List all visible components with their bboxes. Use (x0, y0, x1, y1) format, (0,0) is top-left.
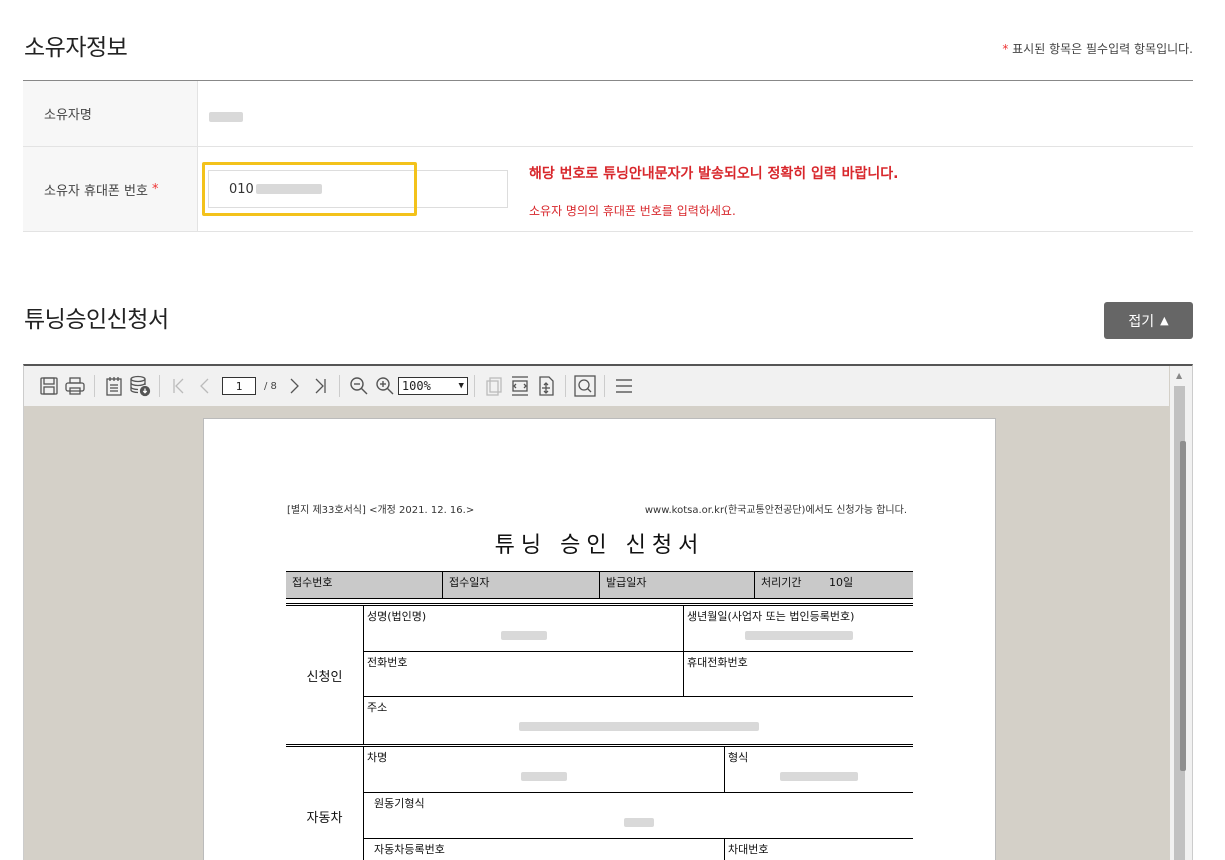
database-download-icon[interactable] (127, 373, 153, 399)
search-icon[interactable] (572, 373, 598, 399)
copy-icon[interactable] (481, 373, 507, 399)
owner-name-label: 소유자명 (23, 81, 198, 146)
pdf-toolbar: 1 / 8 100% ▼ (24, 366, 1169, 406)
annex-note: [별지 제33호서식] <개정 2021. 12. 16.> (287, 505, 475, 516)
receipt-no-cell: 접수번호 (286, 572, 443, 598)
next-page-icon[interactable] (281, 373, 307, 399)
fit-page-icon[interactable] (533, 373, 559, 399)
triangle-up-icon: ▲ (1160, 314, 1169, 327)
vin-cell: 차대번호 (728, 843, 769, 856)
owner-section-title: 소유자정보 (24, 35, 128, 61)
page-number-input[interactable]: 1 (222, 377, 256, 395)
zoom-select[interactable]: 100% ▼ (397, 377, 468, 395)
save-icon[interactable] (36, 373, 62, 399)
menu-icon[interactable] (611, 373, 637, 399)
required-note: * 표시된 항목은 필수입력 항목입니다. (1002, 40, 1193, 57)
toolbar-separator (159, 375, 160, 397)
fold-button[interactable]: 접기 ▲ (1104, 302, 1193, 339)
owner-phone-label: 소유자 휴대폰 번호 * (23, 147, 198, 231)
owner-name-value-redacted (209, 112, 243, 122)
page-total: / 8 (264, 380, 277, 392)
applicant-label: 신청인 (286, 606, 364, 744)
phone-notice: 해당 번호로 튜닝안내문자가 발송되오니 정확히 입력 바랍니다. (529, 166, 899, 182)
notes-icon[interactable] (101, 373, 127, 399)
zoom-out-icon[interactable] (346, 373, 372, 399)
reg-no-cell: 자동차등록번호 (364, 839, 725, 860)
owner-phone-row: 소유자 휴대폰 번호 * 010 해당 번호로 튜닝안내문자가 발송되오니 정확히… (23, 147, 1193, 232)
applicant-address-cell: 주소 (364, 697, 913, 744)
toolbar-separator (564, 375, 566, 397)
pdf-viewer: 1 / 8 100% ▼ ▲ [별지 제33호서식] <개정 2021. 12.… (23, 364, 1193, 860)
vehicle-label: 자동차 (286, 747, 364, 860)
applicant-section: 신청인 성명(법인명) 생년월일(사업자 또는 법인등록번호) 전화번호 휴대전… (286, 606, 913, 744)
applicant-phone-cell: 전화번호 (364, 652, 684, 696)
required-note-text: 표시된 항목은 필수입력 항목입니다. (1012, 42, 1193, 56)
applicant-birth-cell: 생년월일(사업자 또는 법인등록번호) (684, 606, 913, 651)
last-page-icon[interactable] (307, 373, 333, 399)
receipt-date-cell: 접수일자 (443, 572, 600, 598)
receipt-meta-row: 접수번호 접수일자 발급일자 처리기간 10일 (286, 571, 913, 599)
engine-type-cell: 원동기형식 (364, 793, 913, 838)
zoom-value: 100% (401, 379, 431, 393)
kotsa-note: www.kotsa.or.kr(한국교통안전공단)에서도 신청가능 합니다. (644, 505, 907, 516)
fit-width-icon[interactable] (507, 373, 533, 399)
toolbar-separator (603, 375, 605, 397)
phone-hint: 소유자 명의의 휴대폰 번호를 입력하세요. (529, 204, 736, 218)
viewer-scrollbar[interactable]: ▲ (1170, 366, 1192, 860)
owner-name-cell (198, 81, 1193, 146)
form-section-title: 튜닝승인신청서 (24, 307, 169, 333)
phone-highlight-box (202, 162, 417, 216)
document-title: 튜닝 승인 신청서 (494, 533, 705, 558)
car-name-cell: 차명 (364, 747, 725, 792)
owner-name-row: 소유자명 (23, 81, 1193, 147)
toolbar-separator (94, 375, 95, 397)
chevron-down-icon: ▼ (458, 381, 464, 391)
scroll-thumb[interactable] (1180, 441, 1186, 771)
scroll-up-icon[interactable]: ▲ (1176, 371, 1182, 380)
owner-info-table: 소유자명 소유자 휴대폰 번호 * 010 해당 번호로 튜닝안내문자가 발송되오… (23, 80, 1193, 232)
applicant-mobile-cell: 휴대전화번호 (687, 656, 748, 669)
pdf-page: [별지 제33호서식] <개정 2021. 12. 16.> www.kotsa… (203, 418, 996, 860)
process-period-cell: 처리기간 10일 (761, 576, 854, 589)
required-star: * (1002, 42, 1009, 56)
model-cell: 형식 (725, 747, 913, 792)
applicant-name-cell: 성명(법인명) (364, 606, 684, 651)
toolbar-separator (473, 375, 475, 397)
scroll-track[interactable] (1174, 386, 1186, 860)
print-icon[interactable] (62, 373, 88, 399)
prev-page-icon[interactable] (192, 373, 218, 399)
issue-date-cell: 발급일자 (600, 572, 755, 598)
application-form-table: 접수번호 접수일자 발급일자 처리기간 10일 신청인 성명(법인명) 생년월일… (286, 571, 913, 860)
vehicle-section: 자동차 차명 형식 원동기형식 자동차등록번호 차대번호 (286, 747, 913, 860)
toolbar-separator (338, 375, 340, 397)
zoom-in-icon[interactable] (372, 373, 398, 399)
first-page-icon[interactable] (166, 373, 192, 399)
owner-phone-cell: 010 해당 번호로 튜닝안내문자가 발송되오니 정확히 입력 바랍니다. 소유… (198, 147, 1193, 231)
fold-button-label: 접기 (1128, 313, 1155, 330)
